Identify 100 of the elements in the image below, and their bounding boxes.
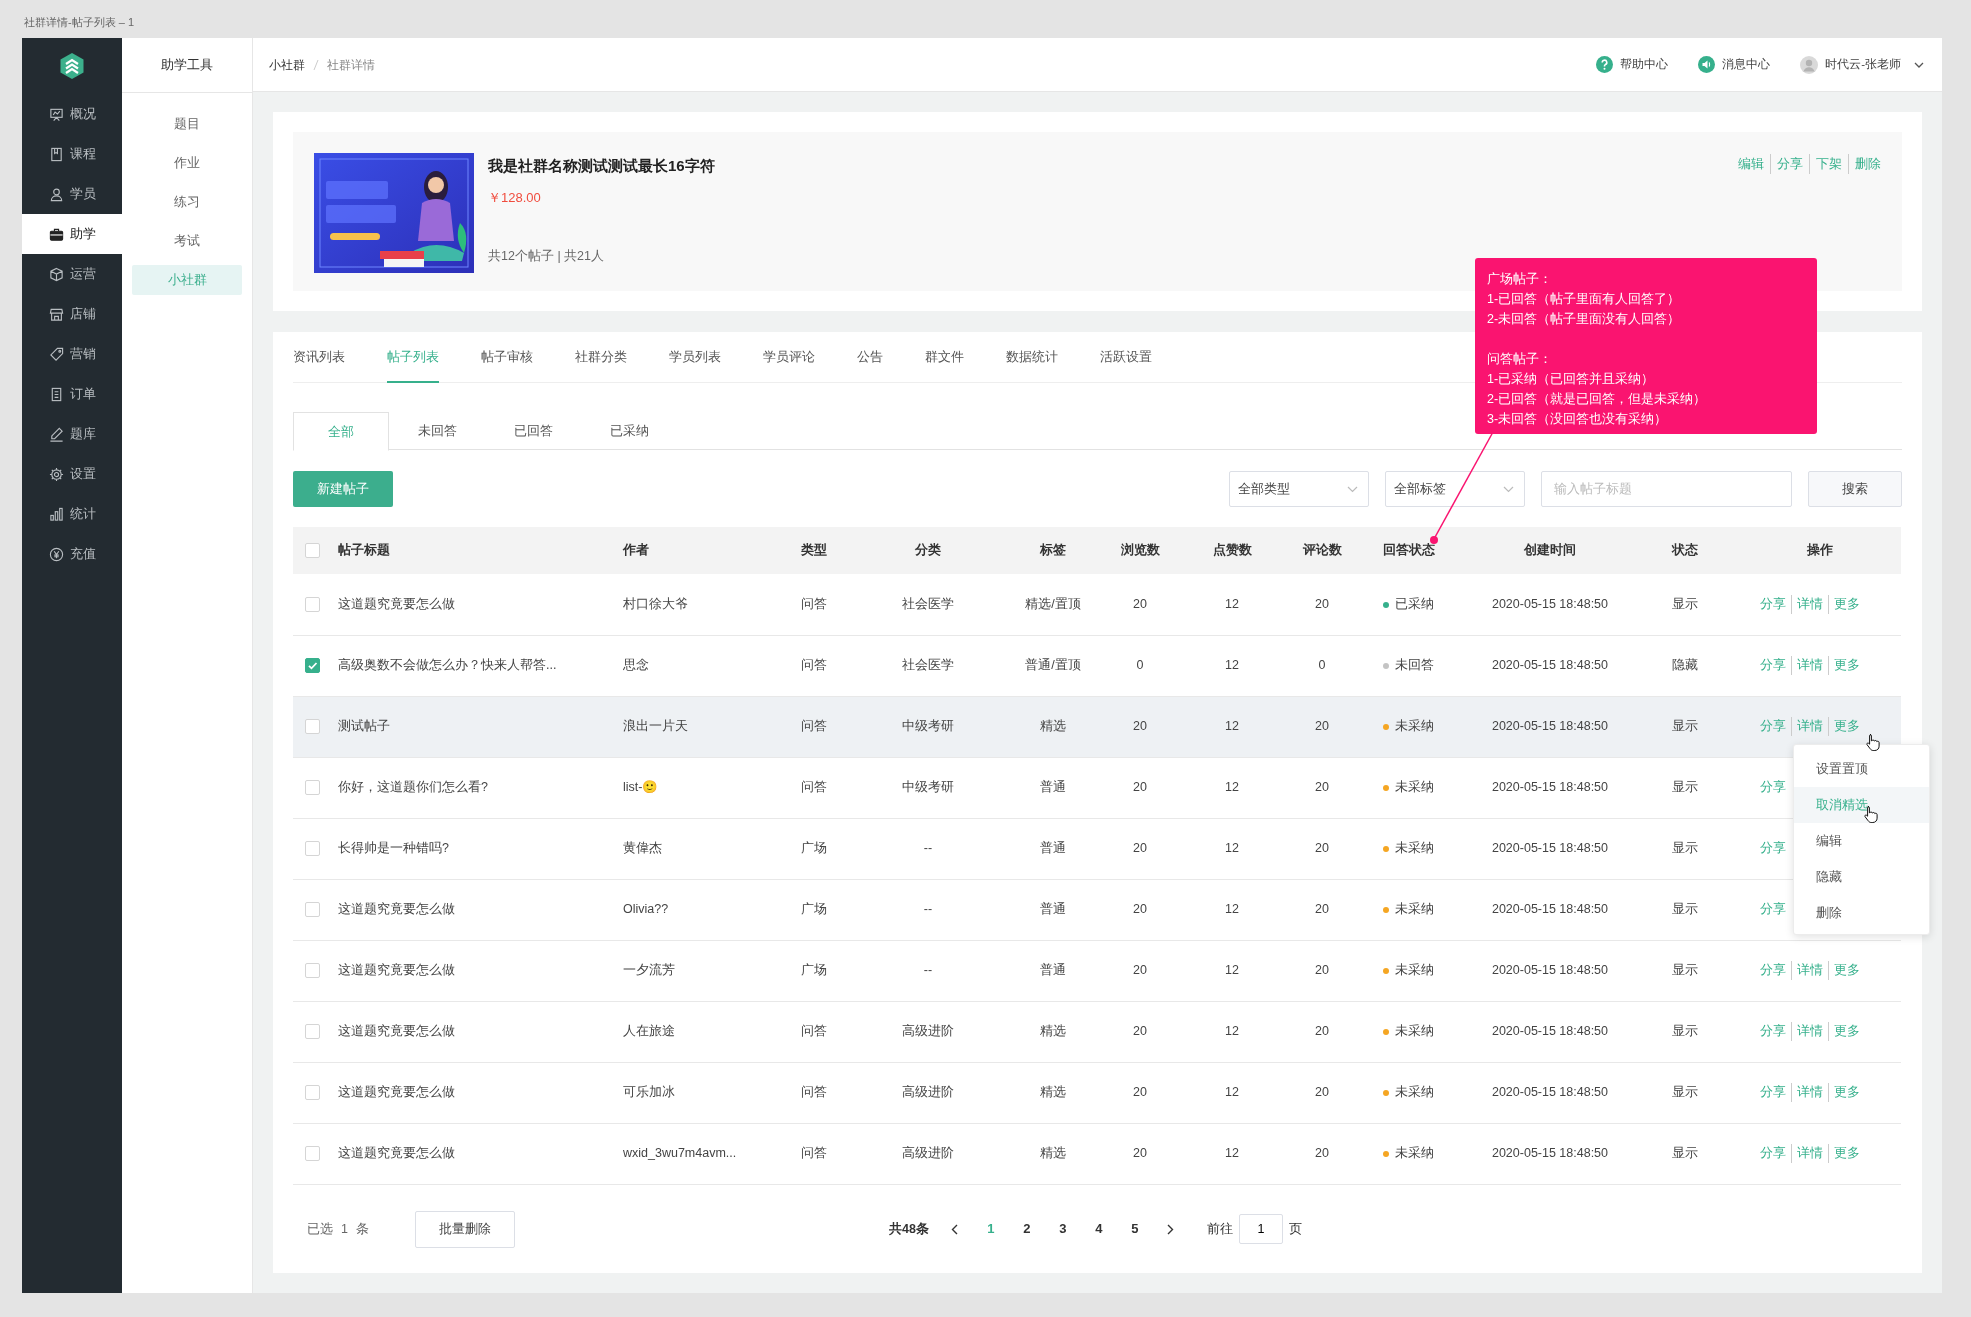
subnav-item[interactable]: 练习 (132, 187, 242, 217)
selection-unit: 条 (355, 1221, 369, 1236)
post-type: 问答 (801, 719, 827, 734)
visibility-state: 显示 (1672, 596, 1698, 611)
post-title: 测试帖子 (338, 719, 390, 734)
table-row[interactable]: 测试帖子 浪出一片天 问答 中级考研 精选 20 12 20 未采纳 2020-05-15 18:48:50 显示 分享 详情 更多 (293, 696, 1901, 757)
sidebar-item[interactable]: 充值 (22, 534, 122, 574)
sidebar-item[interactable]: 营销 (22, 334, 122, 374)
table-row[interactable]: 这道题究竟要怎么做 可乐加冰 问答 高级进阶 精选 20 12 20 未采纳 2020-05-15 18:48:50 显示 分享 详情 更多 (293, 1062, 1901, 1123)
tab[interactable]: 社群分类 (575, 332, 627, 383)
checkbox[interactable] (305, 841, 320, 857)
type-select[interactable]: 全部类型 (1229, 471, 1369, 507)
tab[interactable]: 活跃设置 (1100, 332, 1152, 383)
filter-tab[interactable]: 已采纳 (581, 412, 677, 450)
answer-status: 已采纳 (1395, 596, 1434, 611)
user-menu[interactable]: 时代云-张老师 (1825, 55, 1901, 74)
view-count: 20 (1133, 963, 1147, 978)
sidebar-item[interactable]: 概况 (22, 94, 122, 134)
table-row[interactable]: 这道题究竟要怎么做 wxid_3wu7m4avm... 问答 高级进阶 精选 20 12 20 未采纳 2020-05-15 18:48:50 显示 分享 详情 更多 (293, 1123, 1901, 1184)
answer-status: 未采纳 (1395, 963, 1434, 978)
search-button[interactable]: 搜索 (1808, 471, 1902, 507)
sidebar-item[interactable]: 学员 (22, 174, 122, 214)
table-row[interactable]: 这道题究竟要怎么做 村口徐大爷 问答 社会医学 精选/置顶 20 12 20 已采纳 2020-05-15 18:48:50 显示 分享 详情 更多 (293, 574, 1901, 635)
filter-tab[interactable]: 已回答 (485, 412, 581, 450)
created-time: 2020-05-15 18:48:50 (1491, 1024, 1609, 1039)
checkbox[interactable] (305, 719, 320, 735)
checkbox[interactable] (305, 963, 320, 979)
page-button[interactable]: 2 (1008, 1219, 1045, 1239)
visibility-state: 显示 (1672, 1146, 1698, 1161)
chevron-down-icon (1503, 485, 1514, 493)
visibility-state: 隐藏 (1672, 658, 1698, 673)
column-header: 回答状态 (1371, 527, 1469, 574)
settings-icon (48, 466, 64, 482)
checkbox[interactable] (305, 1146, 320, 1162)
answer-status: 未采纳 (1395, 841, 1434, 856)
tag-select[interactable]: 全部标签 (1385, 471, 1525, 507)
checkbox[interactable] (305, 1085, 320, 1101)
author-name: list-🙂 (623, 780, 659, 795)
author-name: 村口徐大爷 (623, 596, 688, 611)
column-header: 点赞数 (1191, 527, 1273, 574)
sidebar-item[interactable]: 统计 (22, 494, 122, 534)
tab[interactable]: 数据统计 (1006, 332, 1058, 383)
sidebar-item[interactable]: 助学 (22, 214, 122, 254)
page-button[interactable]: 3 (1044, 1219, 1081, 1239)
breadcrumb-item: 社群详情 (327, 56, 375, 74)
view-count: 20 (1133, 1085, 1147, 1100)
tab[interactable]: 帖子审核 (481, 332, 533, 383)
table-row[interactable]: 高级奥数不会做怎么办？快来人帮答... 思念 问答 社会医学 普通/置顶 0 12 0 未回答 2020-05-15 18:48:50 隐藏 分享 详情 更多 (293, 635, 1901, 696)
panel-title: 助学工具 (161, 56, 213, 75)
checkbox[interactable] (305, 597, 320, 613)
table-row[interactable]: 这道题究竟要怎么做 一夕流芳 广场 -- 普通 20 12 20 未采纳 2020-05-15 18:48:50 显示 分享 详情 更多 (293, 940, 1901, 1001)
checkbox[interactable] (305, 1024, 320, 1040)
help-icon (1596, 56, 1614, 73)
search-field[interactable]: 输入帖子标题 (1541, 471, 1792, 507)
author-name: 可乐加冰 (623, 1085, 675, 1100)
bulk-delete-button[interactable]: 批量删除 (415, 1210, 515, 1248)
filter-tab[interactable]: 未回答 (389, 412, 485, 450)
tag-icon (48, 346, 64, 362)
subnav-item[interactable]: 题目 (132, 109, 242, 139)
visibility-state: 显示 (1672, 902, 1698, 917)
community-stats: 共12个帖子 | 共21人 (488, 248, 605, 266)
page-input[interactable]: 1 (1238, 1214, 1283, 1244)
subnav-item[interactable]: 作业 (132, 148, 242, 178)
note-text: 广场帖子： 1-已回答（帖子里面有人回答了） 2-未回答（帖子里面没有人回答） (1487, 271, 1682, 328)
visibility-state: 显示 (1672, 841, 1698, 856)
breadcrumb-item[interactable]: 小社群 (269, 55, 305, 74)
help-link[interactable]: 帮助中心 (1620, 55, 1669, 74)
category: -- (923, 841, 933, 856)
comment-count: 20 (1315, 1146, 1329, 1161)
author-name: 浪出一片天 (623, 719, 688, 734)
goto-label: 前往 (1206, 1220, 1233, 1238)
post-type: 问答 (801, 1146, 827, 1161)
checkbox[interactable] (305, 902, 320, 918)
tab[interactable]: 群文件 (925, 332, 964, 383)
sidebar-item[interactable]: 运营 (22, 254, 122, 294)
tab[interactable]: 学员评论 (763, 332, 815, 383)
sidebar-item[interactable]: 店铺 (22, 294, 122, 334)
checkbox[interactable] (305, 543, 320, 559)
subnav-item[interactable]: 考试 (132, 226, 242, 256)
view-count: 20 (1133, 719, 1147, 734)
checkbox[interactable] (305, 780, 320, 796)
tab[interactable]: 公告 (857, 332, 883, 383)
cube-icon (48, 266, 64, 282)
sidebar-item[interactable]: 课程 (22, 134, 122, 174)
messages-link[interactable]: 消息中心 (1722, 55, 1771, 74)
sidebar-item[interactable]: 设置 (22, 454, 122, 494)
checkbox[interactable] (305, 658, 320, 674)
post-tag: 精选 (1040, 719, 1066, 734)
page-button[interactable]: 4 (1080, 1219, 1117, 1239)
table-row[interactable]: 这道题究竟要怎么做 人在旅途 问答 高级进阶 精选 20 12 20 未采纳 2020-05-15 18:48:50 显示 分享 详情 更多 (293, 1001, 1901, 1062)
created-time: 2020-05-15 18:48:50 (1491, 1085, 1609, 1100)
visibility-state: 显示 (1672, 1024, 1698, 1039)
sidebar-item[interactable]: 题库 (22, 414, 122, 454)
post-title: 这道题究竟要怎么做 (338, 1146, 455, 1161)
view-count: 20 (1133, 1024, 1147, 1039)
sidebar-item[interactable]: 订单 (22, 374, 122, 414)
tab[interactable]: 学员列表 (669, 332, 721, 383)
community-name: 我是社群名称测试测试最长16字符 (488, 156, 715, 176)
page-button[interactable]: 5 (1116, 1219, 1153, 1239)
tab[interactable]: 资讯列表 (293, 332, 345, 383)
